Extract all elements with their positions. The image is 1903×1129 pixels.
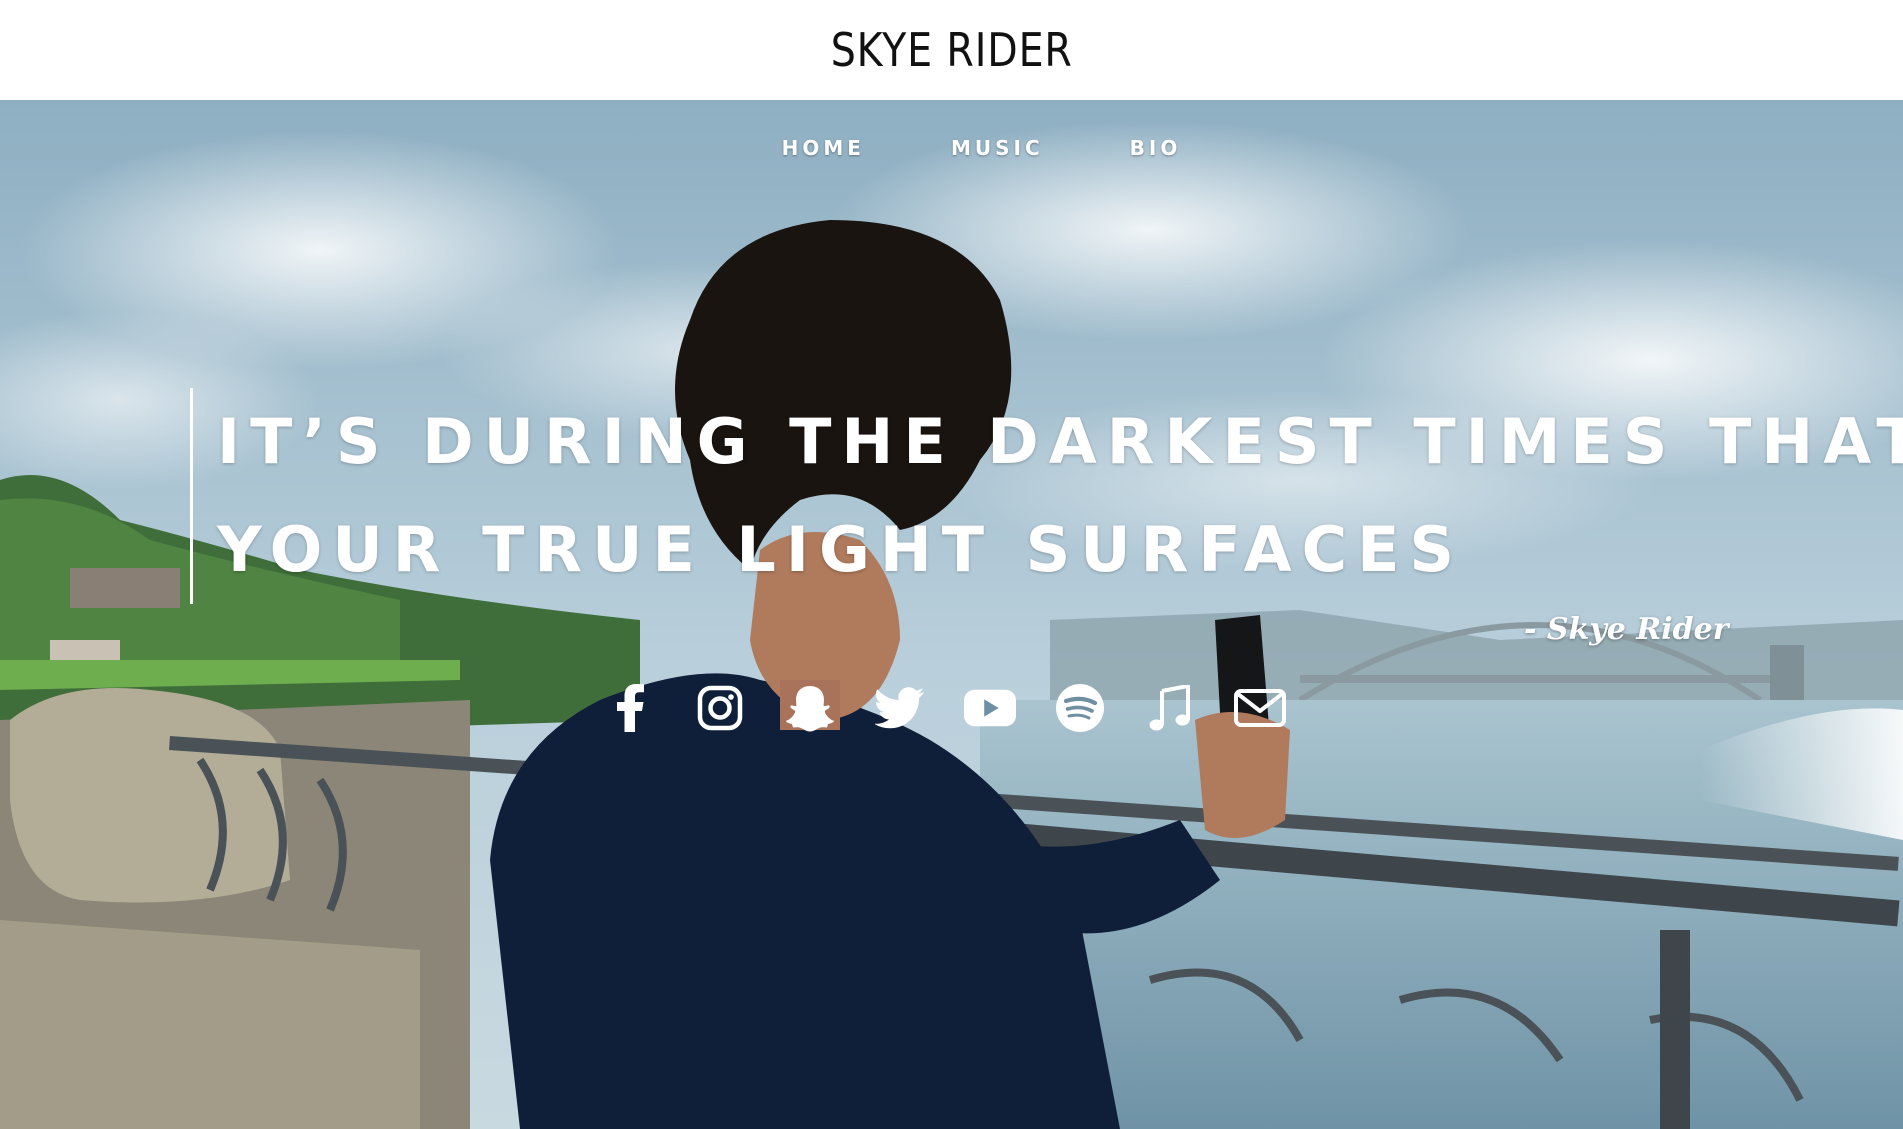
twitter-icon [875,687,924,729]
hero-section: HOME MUSIC BIO IT’S DURING THE DARKEST T… [0,100,1903,1129]
facebook-link[interactable] [604,680,656,736]
music-link[interactable] [1144,680,1196,736]
spotify-icon [1056,684,1104,732]
email-icon [1234,689,1286,727]
site-title[interactable]: SKYE RIDER [830,23,1072,77]
nav-bio-link[interactable]: BIO [1130,136,1182,160]
youtube-link[interactable] [964,680,1016,736]
instagram-link[interactable] [694,680,746,736]
quote-attribution: - Skye Rider [1524,612,1729,647]
facebook-icon [617,684,644,732]
quote-line-2: YOUR TRUE LIGHT SURFACES [217,513,1465,586]
main-nav: HOME MUSIC BIO [0,136,1903,160]
email-link[interactable] [1234,680,1286,736]
social-links [604,680,1286,736]
hero-quote: IT’S DURING THE DARKEST TIMES THAT YOUR … [190,388,1903,604]
instagram-icon [697,685,743,731]
music-note-icon [1149,685,1190,731]
quote-line-1: IT’S DURING THE DARKEST TIMES THAT [217,405,1903,478]
nav-home-link[interactable]: HOME [782,136,865,160]
youtube-icon [964,689,1016,727]
spotify-link[interactable] [1054,680,1106,736]
nav-music-link[interactable]: MUSIC [951,136,1044,160]
twitter-link[interactable] [874,680,926,736]
snapchat-link[interactable] [784,680,836,736]
snapchat-icon [786,686,834,732]
site-header: SKYE RIDER [0,0,1903,100]
